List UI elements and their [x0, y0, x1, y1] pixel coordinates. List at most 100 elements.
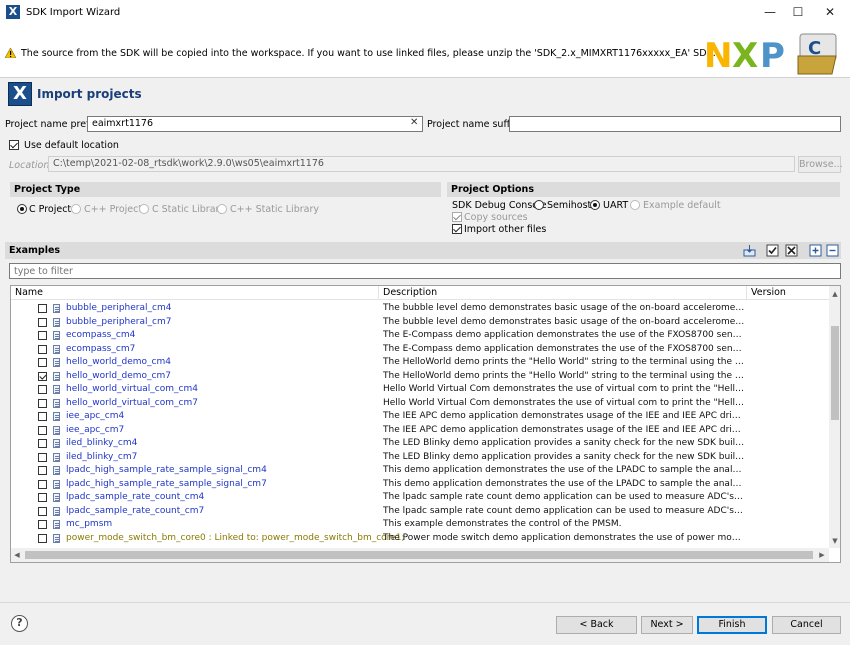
row-checkbox[interactable] [38, 317, 47, 327]
help-icon[interactable]: ? [11, 615, 28, 632]
row-checkbox[interactable] [38, 371, 47, 381]
use-default-location-checkbox[interactable] [9, 140, 19, 150]
table-row[interactable]: iled_blinky_cm7 The LED Blinky demo appli… [11, 451, 829, 465]
cancel-button[interactable]: Cancel [772, 616, 841, 634]
select-all-icon[interactable] [766, 244, 779, 257]
table-row[interactable]: lpadc_sample_rate_count_cm4 The lpadc sam… [11, 491, 829, 505]
example-file-icon [53, 371, 60, 381]
table-row[interactable]: bubble_peripheral_cm7 The bubble level de… [11, 316, 829, 330]
row-checkbox[interactable] [38, 533, 47, 543]
import-other-files-checkbox[interactable] [452, 224, 462, 234]
table-row[interactable]: ecompass_cm4 The E-Compass demo applicati… [11, 329, 829, 343]
example-file-icon [53, 344, 60, 354]
row-checkbox[interactable] [38, 304, 47, 313]
horizontal-scroll-thumb[interactable] [25, 551, 813, 559]
table-row[interactable]: hello_world_demo_cm7 The HelloWorld demo … [11, 370, 829, 384]
table-row[interactable]: lpadc_high_sample_rate_sample_signal_cm4… [11, 464, 829, 478]
example-file-icon [53, 398, 60, 408]
copy-sources-checkbox[interactable] [452, 212, 462, 222]
example-file-icon [53, 412, 60, 421]
row-checkbox[interactable] [38, 506, 47, 516]
column-name[interactable]: Name [11, 286, 379, 300]
row-description: This demo application demonstrates the u… [383, 465, 745, 475]
uart-radio[interactable] [590, 200, 600, 210]
table-row[interactable]: hello_world_virtual_com_cm4 Hello World V… [11, 383, 829, 397]
row-checkbox[interactable] [38, 385, 47, 394]
scroll-up-icon[interactable]: ▲ [829, 288, 840, 300]
table-row[interactable]: iee_apc_cm7 The IEE APC demo application … [11, 424, 829, 438]
row-description: The E-Compass demo application demonstra… [383, 330, 745, 340]
c-project-radio[interactable] [17, 204, 27, 214]
back-button[interactable]: < Back [556, 616, 637, 634]
row-description: The HelloWorld demo prints the "Hello Wo… [383, 370, 745, 381]
cpp-static-library-label: C++ Static Library [230, 204, 319, 215]
section-header: X Import projects [8, 80, 142, 108]
debug-console-label: SDK Debug Console [452, 200, 547, 211]
import-other-files-label: Import other files [464, 224, 547, 235]
logo-x: X [732, 36, 758, 76]
collapse-all-icon[interactable] [826, 244, 839, 257]
suffix-input[interactable] [509, 116, 841, 132]
table-row[interactable]: hello_world_virtual_com_cm7 Hello World V… [11, 397, 829, 411]
app-icon: X [6, 5, 20, 19]
row-checkbox[interactable] [38, 425, 47, 435]
cpp-project-radio[interactable] [71, 204, 81, 214]
row-name: iee_apc_cm7 [66, 424, 125, 435]
table-row[interactable]: bubble_peripheral_cm4 The bubble level de… [11, 302, 829, 316]
horizontal-scrollbar[interactable]: ◀ ▶ [11, 548, 829, 562]
prefix-input[interactable]: eaimxrt1176 [87, 116, 423, 132]
table-row[interactable]: power_mode_switch_bm_core0 : Linked to: … [11, 532, 829, 546]
close-button[interactable]: ✕ [814, 0, 846, 24]
row-checkbox[interactable] [38, 479, 47, 489]
example-default-radio[interactable] [630, 200, 640, 210]
table-row[interactable]: iled_blinky_cm4 The LED Blinky demo appli… [11, 437, 829, 451]
prefix-value: eaimxrt1176 [92, 118, 153, 129]
row-checkbox[interactable] [38, 466, 47, 475]
table-row[interactable]: mc_pmsm This example demonstrates the con… [11, 518, 829, 532]
logo-n: N [704, 36, 732, 76]
maximize-button[interactable]: ☐ [782, 0, 814, 24]
location-input[interactable]: C:\temp\2021-02-08_rtsdk\work\2.9.0\ws05… [48, 156, 795, 172]
row-checkbox[interactable] [38, 439, 47, 448]
import-archive-icon[interactable] [743, 244, 756, 257]
vertical-scroll-thumb[interactable] [831, 326, 839, 420]
row-checkbox[interactable] [38, 398, 47, 408]
browse-button[interactable]: Browse... [798, 156, 843, 173]
table-row[interactable]: ecompass_cm7 The E-Compass demo applicati… [11, 343, 829, 357]
table-row[interactable]: lpadc_sample_rate_count_cm7 The lpadc sam… [11, 505, 829, 519]
scroll-left-icon[interactable]: ◀ [11, 549, 23, 561]
c-static-library-radio[interactable] [139, 204, 149, 214]
expand-all-icon[interactable] [809, 244, 822, 257]
row-checkbox[interactable] [38, 493, 47, 502]
row-description: Hello World Virtual Com demonstrates the… [383, 397, 745, 408]
row-checkbox[interactable] [38, 452, 47, 462]
table-row[interactable]: iee_apc_cm4 The IEE APC demo application … [11, 410, 829, 424]
semihost-radio[interactable] [534, 200, 544, 210]
copy-sources-label: Copy sources [464, 212, 528, 223]
table-row[interactable]: hello_world_demo_cm4 The HelloWorld demo … [11, 356, 829, 370]
row-name: ecompass_cm4 [66, 330, 136, 340]
clear-prefix-icon[interactable]: ✕ [410, 117, 418, 128]
row-checkbox[interactable] [38, 520, 47, 529]
row-name: mc_pmsm [66, 519, 113, 529]
finish-button[interactable]: Finish [697, 616, 767, 634]
scroll-down-icon[interactable]: ▼ [829, 535, 840, 547]
c-project-label: C Project [29, 204, 72, 215]
examples-filter-input[interactable] [9, 263, 841, 279]
example-file-icon [53, 466, 60, 475]
row-checkbox[interactable] [38, 358, 47, 367]
scroll-right-icon[interactable]: ▶ [816, 549, 828, 561]
table-row[interactable]: lpadc_high_sample_rate_sample_signal_cm7… [11, 478, 829, 492]
cpp-static-library-radio[interactable] [217, 204, 227, 214]
warning-icon [5, 48, 16, 58]
next-button[interactable]: Next > [641, 616, 693, 634]
deselect-all-icon[interactable] [785, 244, 798, 257]
row-checkbox[interactable] [38, 412, 47, 421]
row-name: lpadc_sample_rate_count_cm4 [66, 492, 205, 502]
vertical-scrollbar[interactable]: ▲ ▼ [829, 286, 840, 548]
table-header: Name Description Version [11, 286, 829, 300]
row-checkbox[interactable] [38, 344, 47, 354]
column-description[interactable]: Description [379, 286, 747, 300]
row-checkbox[interactable] [38, 331, 47, 340]
column-version[interactable]: Version [747, 286, 829, 300]
